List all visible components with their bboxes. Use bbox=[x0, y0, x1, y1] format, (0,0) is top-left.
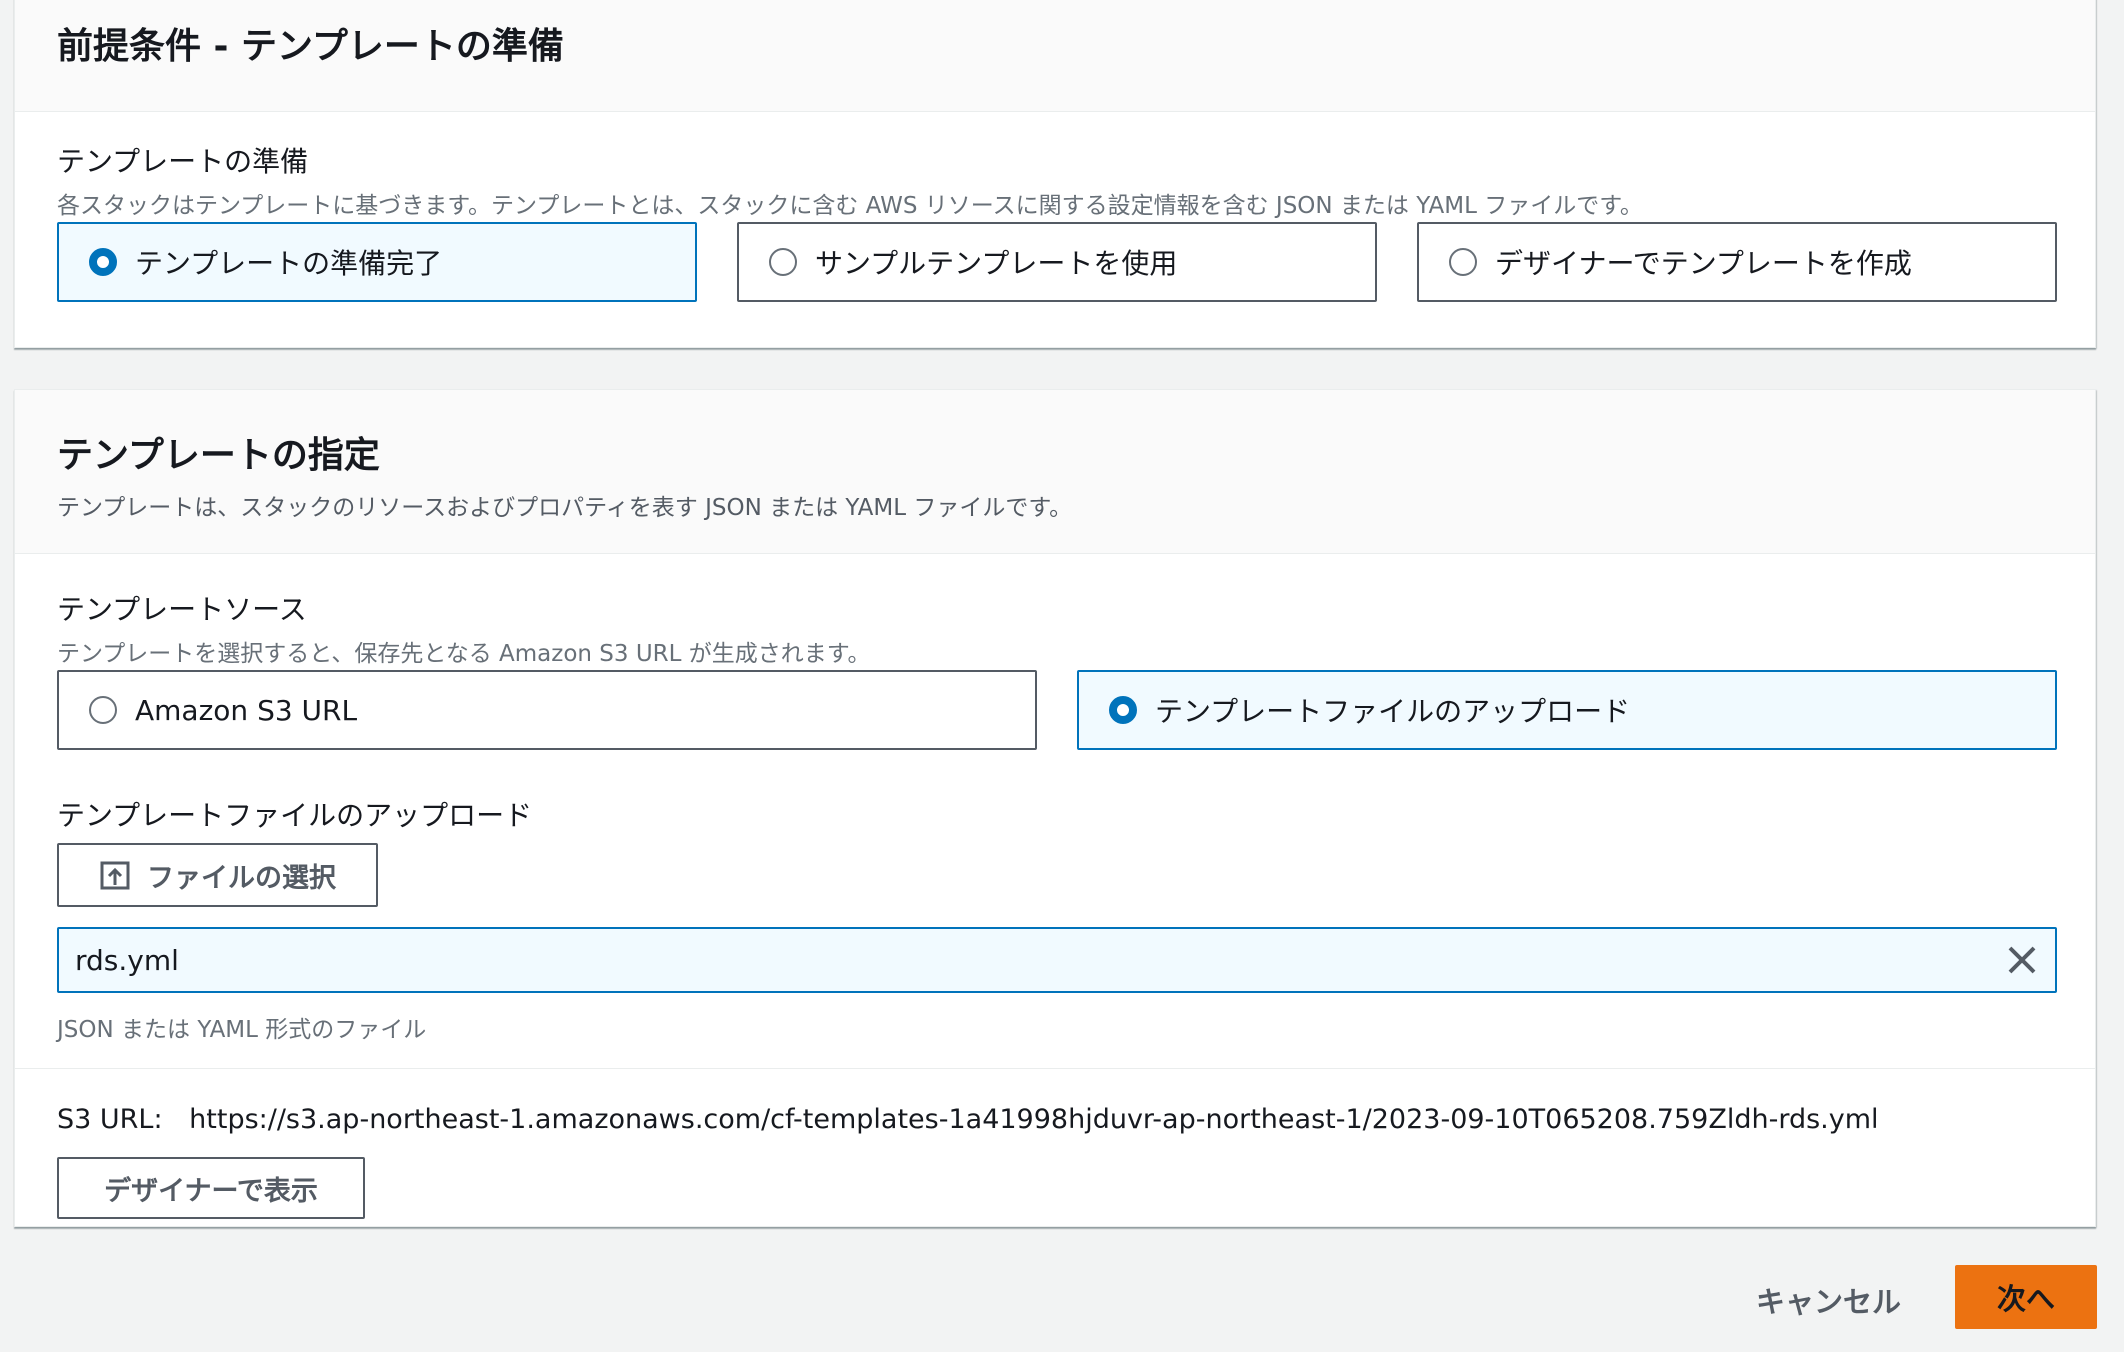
radio-upload-file[interactable] bbox=[1109, 696, 1137, 724]
radio-s3-url[interactable] bbox=[89, 696, 117, 724]
cancel-button[interactable]: キャンセル bbox=[1756, 1279, 1901, 1321]
option-designer-template[interactable]: デザイナーでテンプレートを作成 bbox=[1417, 222, 2057, 302]
upload-file-label: テンプレートファイルのアップロード bbox=[57, 799, 533, 832]
prereq-header: 前提条件 - テンプレートの準備 bbox=[15, 0, 2095, 112]
prepare-template-desc: 各スタックはテンプレートに基づきます。テンプレートとは、スタックに含む AWS … bbox=[57, 193, 1643, 219]
specify-template-desc: テンプレートは、スタックのリソースおよびプロパティを表す JSON または YA… bbox=[57, 495, 1073, 521]
file-format-hint: JSON または YAML 形式のファイル bbox=[57, 1017, 427, 1043]
template-source-desc: テンプレートを選択すると、保存先となる Amazon S3 URL が生成されま… bbox=[57, 641, 871, 667]
next-label: 次へ bbox=[1996, 1282, 2055, 1316]
radio-sample-template[interactable] bbox=[769, 248, 797, 276]
upload-icon bbox=[99, 859, 131, 891]
prereq-panel: 前提条件 - テンプレートの準備 テンプレートの準備 各スタックはテンプレートに… bbox=[14, 0, 2096, 348]
specify-template-body: テンプレートソース テンプレートを選択すると、保存先となる Amazon S3 … bbox=[15, 554, 2095, 1227]
source-s3-url[interactable]: Amazon S3 URL bbox=[57, 670, 1037, 750]
specify-template-header: テンプレートの指定 テンプレートは、スタックのリソースおよびプロパティを表す J… bbox=[15, 390, 2095, 554]
view-in-designer-label: デザイナーで表示 bbox=[104, 1175, 318, 1207]
option-sample-template[interactable]: サンプルテンプレートを使用 bbox=[737, 222, 1377, 302]
radio-template-ready[interactable] bbox=[89, 248, 117, 276]
option-template-ready-label: テンプレートの準備完了 bbox=[135, 247, 443, 280]
source-upload-file-label: テンプレートファイルのアップロード bbox=[1155, 695, 1631, 728]
next-button[interactable]: 次へ bbox=[1955, 1265, 2097, 1329]
s3-url-value: https://s3.ap-northeast-1.amazonaws.com/… bbox=[189, 1104, 1879, 1135]
prereq-body: テンプレートの準備 各スタックはテンプレートに基づきます。テンプレートとは、スタ… bbox=[15, 112, 2095, 348]
source-upload-file[interactable]: テンプレートファイルのアップロード bbox=[1077, 670, 2057, 750]
prereq-title: 前提条件 - テンプレートの準備 bbox=[57, 26, 564, 67]
template-source-label: テンプレートソース bbox=[57, 593, 307, 626]
choose-file-button[interactable]: ファイルの選択 bbox=[57, 843, 378, 907]
view-in-designer-button[interactable]: デザイナーで表示 bbox=[57, 1157, 365, 1219]
specify-template-title: テンプレートの指定 bbox=[57, 435, 380, 476]
section-divider bbox=[15, 1068, 2095, 1069]
close-icon[interactable] bbox=[2005, 943, 2039, 977]
s3-url-label: S3 URL: bbox=[57, 1104, 163, 1135]
selected-file-field[interactable]: rds.yml bbox=[57, 927, 2057, 993]
radio-designer-template[interactable] bbox=[1449, 248, 1477, 276]
option-template-ready[interactable]: テンプレートの準備完了 bbox=[57, 222, 697, 302]
choose-file-label: ファイルの選択 bbox=[147, 862, 336, 894]
prepare-template-label: テンプレートの準備 bbox=[57, 145, 309, 178]
selected-file-name: rds.yml bbox=[75, 943, 179, 977]
option-sample-template-label: サンプルテンプレートを使用 bbox=[815, 247, 1178, 280]
option-designer-template-label: デザイナーでテンプレートを作成 bbox=[1495, 247, 1912, 280]
source-s3-url-label: Amazon S3 URL bbox=[135, 693, 358, 727]
specify-template-panel: テンプレートの指定 テンプレートは、スタックのリソースおよびプロパティを表す J… bbox=[14, 389, 2096, 1227]
